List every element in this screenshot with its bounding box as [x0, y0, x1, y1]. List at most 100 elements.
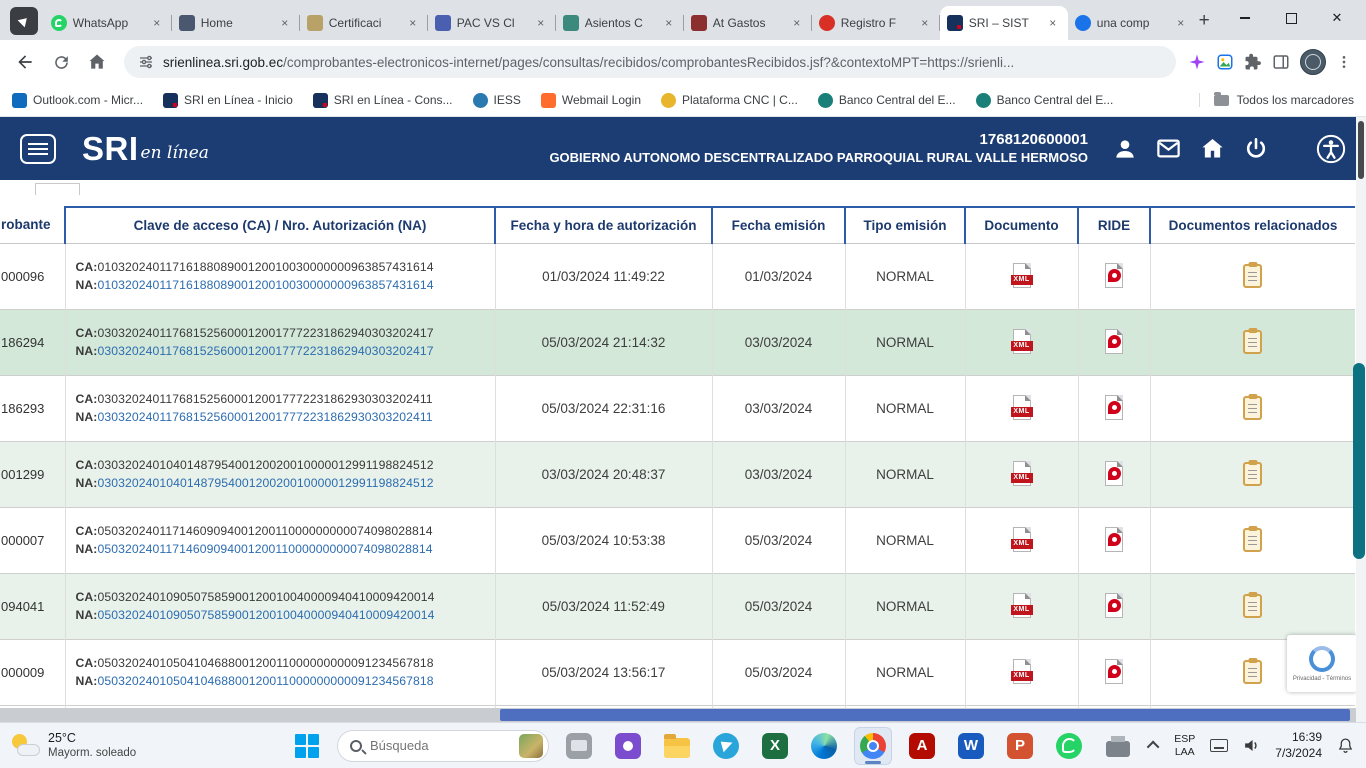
- column-header-comprobante[interactable]: robante: [0, 207, 65, 243]
- tab-asientos[interactable]: Asientos C: [556, 6, 684, 40]
- column-header-clave[interactable]: Clave de acceso (CA) / Nro. Autorización…: [65, 207, 495, 243]
- new-tab-button[interactable]: [1190, 7, 1218, 35]
- xml-download-icon[interactable]: XML: [1011, 659, 1033, 685]
- tab-close-icon[interactable]: [149, 15, 165, 31]
- tab-whatsapp[interactable]: WhatsApp: [44, 6, 172, 40]
- touch-keyboard-icon[interactable]: [1210, 739, 1228, 752]
- related-docs-icon[interactable]: [1243, 462, 1262, 486]
- home-icon[interactable]: [1199, 135, 1226, 162]
- taskbar-app-edge[interactable]: [805, 727, 843, 765]
- tab-una-comp[interactable]: una comp: [1068, 6, 1186, 40]
- column-header-documento[interactable]: Documento: [965, 207, 1078, 243]
- pdf-download-icon[interactable]: [1103, 593, 1125, 619]
- taskbar-app-printer[interactable]: [1099, 727, 1137, 765]
- tab-close-icon[interactable]: [917, 15, 933, 31]
- taskbar-app-word[interactable]: W: [952, 727, 990, 765]
- search-input[interactable]: [370, 738, 511, 753]
- menu-hamburger-icon[interactable]: [20, 134, 56, 164]
- tab-certificados[interactable]: Certificaci: [300, 6, 428, 40]
- tab-close-icon[interactable]: [533, 15, 549, 31]
- horizontal-scrollbar-thumb[interactable]: [500, 709, 1350, 721]
- column-header-docs-relacionados[interactable]: Documentos relacionados: [1150, 207, 1355, 243]
- pdf-download-icon[interactable]: [1103, 659, 1125, 685]
- tab-pac[interactable]: PAC VS Cl: [428, 6, 556, 40]
- lens-image-icon[interactable]: [1216, 53, 1234, 71]
- window-maximize-button[interactable]: [1268, 0, 1314, 36]
- profile-avatar[interactable]: [1300, 49, 1326, 75]
- bookmark-sri-inicio[interactable]: SRI en Línea - Inicio: [163, 93, 293, 108]
- volume-icon[interactable]: [1243, 737, 1260, 754]
- tab-registro[interactable]: Registro F: [812, 6, 940, 40]
- taskbar-app-telegram[interactable]: [707, 727, 745, 765]
- xml-download-icon[interactable]: XML: [1011, 527, 1033, 553]
- tab-gastos[interactable]: At Gastos: [684, 6, 812, 40]
- pdf-download-icon[interactable]: [1103, 527, 1125, 553]
- side-panel-icon[interactable]: [1272, 53, 1290, 71]
- bookmark-outlook[interactable]: Outlook.com - Micr...: [12, 93, 143, 108]
- na-value-link[interactable]: 0303202401040148795400120020010000012991…: [97, 476, 433, 490]
- table-vertical-scrollbar-thumb[interactable]: [1353, 363, 1365, 559]
- taskbar-app-whatsapp[interactable]: [1050, 727, 1088, 765]
- na-value-link[interactable]: 0303202401176815256000120017772231862940…: [97, 344, 433, 358]
- refresh-button[interactable]: [46, 47, 76, 77]
- column-header-tipo-emision[interactable]: Tipo emisión: [845, 207, 965, 243]
- column-header-fecha-autorizacion[interactable]: Fecha y hora de autorización: [495, 207, 712, 243]
- tab-close-icon[interactable]: [277, 15, 293, 31]
- related-docs-icon[interactable]: [1243, 528, 1262, 552]
- tab-close-icon[interactable]: [1173, 15, 1186, 31]
- pinned-tab[interactable]: [10, 7, 38, 35]
- na-value-link[interactable]: 0503202401050410468800120011000000000091…: [97, 674, 433, 688]
- related-docs-icon[interactable]: [1243, 330, 1262, 354]
- horizontal-scrollbar[interactable]: [0, 708, 1356, 722]
- browser-menu-icon[interactable]: [1336, 54, 1352, 70]
- pdf-download-icon[interactable]: [1103, 329, 1125, 355]
- notifications-bell-icon[interactable]: [1337, 737, 1354, 754]
- na-value-link[interactable]: 0303202401176815256000120017772231862930…: [97, 410, 432, 424]
- column-header-ride[interactable]: RIDE: [1078, 207, 1150, 243]
- na-value-link[interactable]: 0503202401171460909400120011000000000074…: [97, 542, 432, 556]
- sri-logo[interactable]: SRI en línea: [82, 132, 209, 165]
- mail-icon[interactable]: [1155, 135, 1182, 162]
- taskbar-app-display[interactable]: [560, 727, 598, 765]
- xml-download-icon[interactable]: XML: [1011, 329, 1033, 355]
- taskbar-clock[interactable]: 16:39 7/3/2024: [1275, 730, 1322, 761]
- bookmark-sri-consultas[interactable]: SRI en Línea - Cons...: [313, 93, 453, 108]
- tune-icon[interactable]: [138, 54, 154, 70]
- power-logout-icon[interactable]: [1243, 136, 1269, 162]
- language-indicator[interactable]: ESP LAA: [1174, 733, 1195, 758]
- sparkle-icon[interactable]: [1188, 53, 1206, 71]
- related-docs-icon[interactable]: [1243, 396, 1262, 420]
- na-value-link[interactable]: 0103202401171618808900120010030000000963…: [97, 278, 433, 292]
- related-docs-icon[interactable]: [1243, 264, 1262, 288]
- tab-close-icon[interactable]: [661, 15, 677, 31]
- taskbar-app-excel[interactable]: X: [756, 727, 794, 765]
- start-button[interactable]: [288, 727, 326, 765]
- xml-download-icon[interactable]: XML: [1011, 461, 1033, 487]
- related-docs-icon[interactable]: [1243, 594, 1262, 618]
- column-header-fecha-emision[interactable]: Fecha emisión: [712, 207, 845, 243]
- na-value-link[interactable]: 0503202401090507585900120010040000940410…: [97, 608, 434, 622]
- related-docs-icon[interactable]: [1243, 660, 1262, 684]
- all-bookmarks[interactable]: Todos los marcadores: [1199, 93, 1354, 107]
- taskbar-app-media[interactable]: [609, 727, 647, 765]
- hidden-icons-chevron[interactable]: [1147, 741, 1160, 754]
- extensions-icon[interactable]: [1244, 53, 1262, 71]
- tab-close-icon[interactable]: [1045, 15, 1061, 31]
- taskbar-app-powerpoint[interactable]: P: [1001, 727, 1039, 765]
- address-bar[interactable]: srienlinea.sri.gob.ec/comprobantes-elect…: [124, 46, 1176, 78]
- pdf-download-icon[interactable]: [1103, 263, 1125, 289]
- accessibility-icon[interactable]: [1316, 134, 1346, 164]
- taskbar-search-box[interactable]: [337, 730, 549, 762]
- bookmark-bce-1[interactable]: Banco Central del E...: [818, 93, 956, 108]
- recaptcha-badge[interactable]: Privacidad - Términos: [1287, 635, 1357, 692]
- bookmark-iess[interactable]: IESS: [473, 93, 521, 108]
- tab-close-icon[interactable]: [405, 15, 421, 31]
- search-highlight-image[interactable]: [519, 734, 543, 758]
- taskbar-app-chrome[interactable]: [854, 727, 892, 765]
- tab-home[interactable]: Home: [172, 6, 300, 40]
- taskbar-app-acrobat[interactable]: A: [903, 727, 941, 765]
- bookmark-bce-2[interactable]: Banco Central del E...: [976, 93, 1114, 108]
- browser-vertical-scrollbar-thumb[interactable]: [1358, 121, 1364, 179]
- bookmark-webmail[interactable]: Webmail Login: [541, 93, 641, 108]
- xml-download-icon[interactable]: XML: [1011, 263, 1033, 289]
